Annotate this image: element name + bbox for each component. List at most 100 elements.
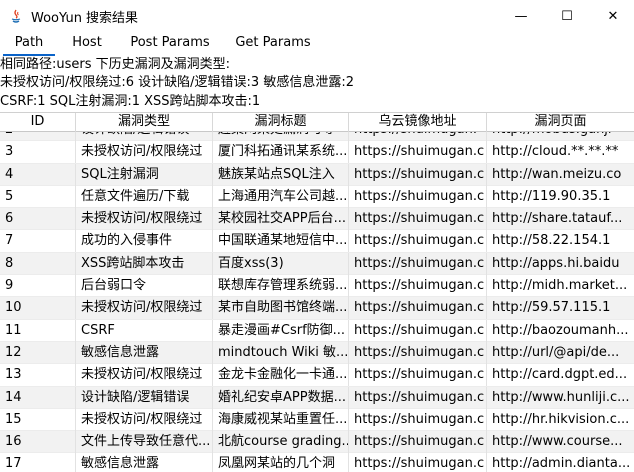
table-row[interactable]: 6 未授权访问/权限绕过 某校园社交APP后台... https://shuimuga… [0, 208, 634, 231]
title-bar: WooYun 搜索结果 — ☐ ✕ [0, 0, 634, 32]
close-button[interactable]: ✕ [590, 0, 634, 32]
table-row[interactable]: 4 SQL注射漏洞 魅族某站点SQL注入 https://shuimugan.c htt… [0, 163, 634, 186]
cell-id: 8 [0, 252, 76, 275]
java-app-icon [11, 9, 21, 23]
cell-vuln-title: mindtouch Wiki 敏... [213, 341, 349, 364]
table-row[interactable]: 13 未授权访问/权限绕过 金龙卡金融化一卡通... https://shuimuga… [0, 364, 634, 387]
cell-mirror-url: https://shuimugan.c [349, 297, 487, 320]
cell-id: 11 [0, 319, 76, 342]
cell-vuln-type: XSS跨站脚本攻击 [76, 252, 213, 275]
cell-id: 3 [0, 141, 76, 164]
table-row[interactable]: 15 未授权访问/权限绕过 海康威视某站重置任... https://shuimuga… [0, 408, 634, 432]
minimize-icon: — [514, 8, 528, 24]
cell-mirror-url: https://shuimugan.c [349, 431, 487, 454]
cell-vuln-title: 联想库存管理系统弱... [213, 275, 349, 298]
column-header-id[interactable]: ID [0, 113, 76, 132]
cell-vuln-type: 未授权访问/权限绕过 [76, 364, 213, 387]
cell-mirror-url: https://shuimugan.c [349, 141, 487, 164]
cell-vuln-page: http://mobds.ganji [487, 132, 634, 141]
cell-vuln-title: 海康威视某站重置任... [213, 408, 349, 431]
window-title: WooYun 搜索结果 [31, 11, 139, 26]
cell-vuln-page: http://card.dgpt.ed... [492, 367, 628, 383]
summary-line-path: 相同路径:users 下历史漏洞及漏洞类型: [0, 57, 231, 72]
cell-vuln-title: 厦门科拓通讯某系统... [213, 141, 349, 164]
table-row[interactable]: 12 敏感信息泄露 mindtouch Wiki 敏... https://shuim… [0, 341, 634, 365]
maximize-icon: ☐ [561, 8, 573, 24]
cell-vuln-type: CSRF [76, 319, 213, 342]
cell-id: 10 [0, 297, 76, 320]
cell-vuln-page: http://baozoumanh... [492, 322, 629, 338]
cell-vuln-page: http://www.hunliji.c... [492, 389, 630, 405]
tab-get-params[interactable]: Get Params [225, 32, 321, 56]
cell-vuln-type: 成功的入侵事件 [76, 230, 213, 253]
cell-vuln-type: SQL注射漏洞 [76, 163, 213, 186]
summary-panel: 相同路径:users 下历史漏洞及漏洞类型: 未授权访问/权限绕过:6 设计缺陷… [0, 56, 634, 112]
cell-vuln-title: 上海通用汽车公司越... [213, 185, 349, 208]
cell-vuln-title: 中国联通某地短信中... [213, 230, 349, 253]
table-row[interactable]: 14 设计缺陷/逻辑错误 婚礼纪安卓APP数据... https://shuimuga… [0, 386, 634, 409]
results-table: ID 漏洞类型 漏洞标题 乌云镜像地址 漏洞页面 2设计缺陷/逻辑错误赶集网某处… [0, 112, 634, 472]
column-header-vuln-page[interactable]: 漏洞页面 [487, 113, 634, 132]
cell-id: 7 [0, 230, 76, 253]
tab-path[interactable]: Path [3, 32, 55, 56]
cell-vuln-title: 某校园社交APP后台... [213, 208, 349, 231]
tab-host[interactable]: Host [58, 32, 116, 56]
cell-vuln-page: http://admin.dianta... [492, 456, 631, 472]
table-row[interactable]: 2设计缺陷/逻辑错误赶集网某处漏洞可导https://shuimugan.htt… [0, 132, 634, 142]
cell-mirror-url: https://shuimugan.c [349, 319, 487, 342]
cell-vuln-page: http://119.90.35.1 [492, 188, 611, 204]
cell-vuln-type: 敏感信息泄露 [76, 341, 213, 364]
cell-id: 12 [0, 341, 76, 364]
cell-vuln-type: 后台弱口令 [76, 275, 213, 298]
cell-vuln-title: 某市自助图书馆终端... [213, 297, 349, 320]
table-row[interactable]: 10 未授权访问/权限绕过 某市自助图书馆终端... https://shuimuga… [0, 297, 634, 320]
cell-id: 2 [0, 132, 76, 141]
cell-mirror-url: https://shuimugan.c [349, 208, 487, 231]
summary-line-types-2: CSRF:1 SQL注射漏洞:1 XSS跨站脚本攻击:1 [0, 94, 261, 109]
cell-vuln-type: 敏感信息泄露 [76, 453, 213, 472]
cell-vuln-page: http://apps.hi.baidu [492, 255, 620, 271]
tab-post-params[interactable]: Post Params [121, 32, 219, 56]
cell-mirror-url: https://shuimugan.c [349, 185, 487, 208]
cell-vuln-type: 未授权访问/权限绕过 [76, 208, 213, 231]
cell-vuln-title: 魅族某站点SQL注入 [213, 163, 349, 186]
column-header-vuln-type[interactable]: 漏洞类型 [76, 113, 213, 132]
cell-vuln-type: 任意文件遍历/下载 [76, 185, 213, 208]
cell-vuln-type: 未授权访问/权限绕过 [76, 297, 213, 320]
table-row[interactable]: 9 后台弱口令 联想库存管理系统弱... https://shuimugan.c htt… [0, 275, 634, 298]
cell-id: 16 [0, 431, 76, 454]
column-header-vuln-title[interactable]: 漏洞标题 [213, 113, 349, 132]
cell-vuln-page: http://59.57.115.1 [492, 300, 611, 316]
minimize-button[interactable]: — [498, 0, 544, 32]
cell-vuln-type: 未授权访问/权限绕过 [76, 408, 213, 431]
table-row[interactable]: 11 CSRF 暴走漫画#Csrf防御... https://shuimugan.c h… [0, 319, 634, 342]
cell-vuln-page: http://share.tatauf... [492, 211, 623, 227]
cell-vuln-title: 暴走漫画#Csrf防御... [213, 319, 349, 342]
cell-vuln-page: http://midh.market... [492, 278, 628, 294]
table-row[interactable]: 5 任意文件遍历/下载 上海通用汽车公司越... https://shuimugan.… [0, 185, 634, 209]
cell-id: 13 [0, 364, 76, 387]
table-header: ID 漏洞类型 漏洞标题 乌云镜像地址 漏洞页面 [0, 112, 634, 132]
cell-vuln-page: http://url/@api/de... [492, 344, 620, 360]
cell-id: 6 [0, 208, 76, 231]
table-row[interactable]: 8 XSS跨站脚本攻击 百度xss(3) https://shuimugan.c htt… [0, 252, 634, 276]
table-row[interactable]: 16 文件上传导致任意代... 北航course grading... https:/… [0, 431, 634, 454]
column-header-mirror-url[interactable]: 乌云镜像地址 [349, 113, 487, 132]
cell-vuln-title: 婚礼纪安卓APP数据... [213, 386, 349, 409]
cell-vuln-title: 北航course grading... [213, 431, 349, 454]
cell-id: 9 [0, 275, 76, 298]
cell-vuln-title: 金龙卡金融化一卡通... [213, 364, 349, 387]
cell-vuln-page: http://www.course... [492, 434, 623, 450]
cell-vuln-type: 未授权访问/权限绕过 [76, 141, 213, 164]
table-row[interactable]: 3 未授权访问/权限绕过 厦门科拓通讯某系统... https://shuimugan… [0, 141, 634, 164]
table-row[interactable]: 7 成功的入侵事件 中国联通某地短信中... https://shuimugan.c h… [0, 230, 634, 253]
cell-mirror-url: https://shuimugan.c [349, 408, 487, 431]
cell-mirror-url: https://shuimugan.c [349, 364, 487, 387]
table-row[interactable]: 17 敏感信息泄露 凤凰网某站的几个洞 https://shuimugan.c http… [0, 453, 634, 472]
tab-bar: Path Host Post Params Get Params [0, 32, 634, 56]
cell-vuln-type: 设计缺陷/逻辑错误 [76, 132, 213, 141]
cell-id: 15 [0, 408, 76, 431]
cell-vuln-title: 赶集网某处漏洞可导 [213, 132, 349, 141]
maximize-button[interactable]: ☐ [544, 0, 590, 32]
cell-mirror-url: https://shuimugan. [349, 132, 487, 141]
